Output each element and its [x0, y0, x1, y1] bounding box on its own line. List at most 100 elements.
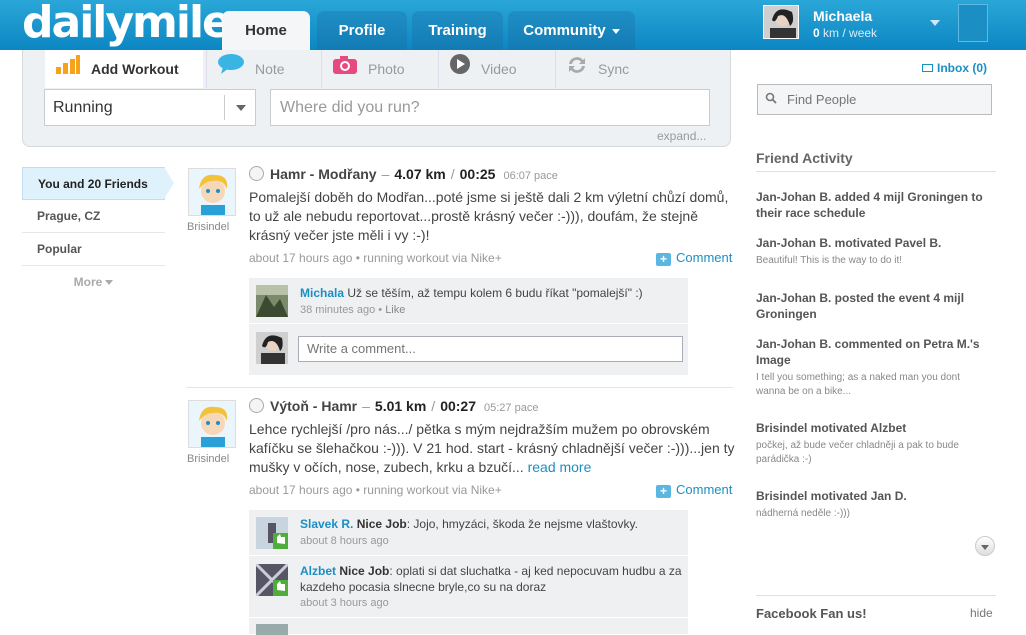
- tab-photo-label: Photo: [368, 61, 405, 77]
- weekly-km-unit: km / week: [823, 26, 878, 40]
- mood-icon: [249, 166, 264, 181]
- comment-button[interactable]: + Comment: [656, 482, 732, 498]
- separator: –: [381, 166, 390, 182]
- search-icon: [765, 92, 777, 104]
- comment-input[interactable]: [298, 336, 683, 362]
- expand-link[interactable]: expand...: [657, 129, 706, 143]
- activity-detail: I tell you something; as a naked man you…: [756, 372, 961, 397]
- entry-meta: about 17 hours ago • running workout via…: [249, 251, 502, 265]
- workout-publisher: Add Workout Note Photo Video Sync Runnin…: [22, 50, 731, 147]
- comment-composer: [249, 618, 688, 635]
- activity-item: Jan-Johan B. added 4 mijl Groningen to t…: [756, 189, 992, 221]
- tab-note-label: Note: [255, 61, 285, 77]
- comment-text: : Jojo, hmyzáci, škoda že nejsme vlaštov…: [406, 517, 638, 531]
- user-name[interactable]: Brisindel: [187, 221, 229, 233]
- weekly-km-value: 0: [813, 26, 820, 40]
- bookmark-icon[interactable]: [958, 4, 988, 42]
- activity-detail: počkej, až bude večer chladněji a pak to…: [756, 440, 959, 465]
- comment-author[interactable]: Alzbet: [300, 564, 336, 578]
- chevron-down-icon: [236, 105, 246, 111]
- inbox-label: Inbox (0): [937, 61, 987, 75]
- activity-headline[interactable]: Jan-Johan B. posted the event 4 mijl Gro…: [756, 290, 992, 322]
- motivation-label: Nice Job: [339, 564, 390, 578]
- comment-author[interactable]: Michala: [300, 286, 344, 300]
- tab-profile[interactable]: Profile: [317, 11, 407, 50]
- activity-item: Jan-Johan B. posted the event 4 mijl Gro…: [756, 290, 992, 322]
- comment-text: Už se těším, až tempu kolem 6 budu říkat…: [347, 286, 643, 300]
- workout-note: Lehce rychlejší /pro nás.../ pětka s mým…: [249, 420, 735, 477]
- activity-headline[interactable]: Brisindel motivated Alzbet: [756, 420, 992, 436]
- activity-headline[interactable]: Jan-Johan B. commented on Petra M.'s Ima…: [756, 336, 992, 368]
- filter-location[interactable]: Prague, CZ: [22, 200, 165, 233]
- speech-bubble-icon: [217, 51, 245, 89]
- tab-add-workout[interactable]: Add Workout: [45, 50, 203, 88]
- feed-entry: Brisindel Hamr - Modřany –4.07 km/00:25 06…: [186, 166, 733, 388]
- comment-time: about 3 hours ago: [300, 597, 389, 609]
- route-name[interactable]: Hamr - Modřany: [270, 166, 377, 182]
- weekly-km: 0 km / week: [813, 26, 877, 40]
- bar-chart-icon: [55, 51, 81, 89]
- tab-home[interactable]: Home: [222, 11, 310, 50]
- comment: Michala Už se těším, až tempu kolem 6 bu…: [249, 278, 688, 324]
- workout-source: running workout via Nike+: [363, 483, 502, 497]
- filter-more[interactable]: More: [22, 266, 165, 289]
- camera-icon: [332, 51, 358, 89]
- timestamp[interactable]: about 17 hours ago: [249, 251, 352, 265]
- like-link[interactable]: Like: [385, 304, 405, 316]
- activity-headline[interactable]: Jan-Johan B. added 4 mijl Groningen to t…: [756, 189, 992, 221]
- comment-author[interactable]: Slavek R.: [300, 517, 353, 531]
- comment-button-label: Comment: [676, 250, 733, 265]
- motivation-label: Nice Job: [356, 517, 407, 531]
- sport-select[interactable]: Running: [44, 89, 256, 126]
- distance: 5.01 km: [374, 398, 427, 414]
- route-name[interactable]: Výtoň - Hamr: [270, 398, 357, 414]
- activity-headline[interactable]: Brisindel motivated Jan D.: [756, 488, 992, 504]
- tab-home-label: Home: [245, 22, 287, 39]
- tab-sync-label: Sync: [598, 61, 630, 77]
- avatar[interactable]: [188, 168, 236, 216]
- comment-time: about 8 hours ago: [300, 535, 389, 547]
- sport-select-value: Running: [53, 99, 113, 116]
- comment-content: Alzbet Nice Job: oplati si dat sluchatka…: [300, 563, 685, 595]
- logo[interactable]: dailymile: [22, 0, 232, 46]
- where-input[interactable]: [270, 89, 710, 126]
- find-people-input[interactable]: [757, 84, 992, 115]
- duration: 00:25: [459, 166, 496, 182]
- user-menu-chevron-icon[interactable]: [930, 20, 940, 26]
- tab-training-label: Training: [428, 22, 487, 39]
- user-name[interactable]: Brisindel: [187, 453, 229, 465]
- activity-headline[interactable]: Jan-Johan B. motivated Pavel B.: [756, 235, 992, 251]
- duration: 00:27: [440, 398, 476, 414]
- tab-photo[interactable]: Photo: [321, 50, 436, 88]
- avatar[interactable]: [256, 564, 288, 596]
- activity-detail: Beautiful! This is the way to do it!: [756, 255, 903, 266]
- pace: 06:07 pace: [503, 170, 558, 182]
- more-activity-button[interactable]: [975, 536, 995, 556]
- tab-video[interactable]: Video: [438, 50, 553, 88]
- tab-video-label: Video: [481, 61, 517, 77]
- tab-sync[interactable]: Sync: [555, 50, 670, 88]
- hide-link[interactable]: hide: [970, 606, 993, 620]
- comment-button[interactable]: + Comment: [656, 250, 732, 266]
- chevron-down-icon: [611, 28, 620, 34]
- filter-friends[interactable]: You and 20 Friends: [22, 167, 174, 200]
- entry-meta: about 17 hours ago • running workout via…: [249, 483, 502, 497]
- activity-item: Brisindel motivated Alzbet počkej, až bu…: [756, 420, 992, 467]
- workout-note: Pomalejší doběh do Modřan...poté jsme si…: [249, 189, 729, 243]
- tab-add-workout-label: Add Workout: [91, 61, 179, 77]
- inbox-link[interactable]: Inbox (0): [922, 61, 987, 75]
- read-more-link[interactable]: read more: [528, 459, 592, 475]
- tab-note[interactable]: Note: [206, 50, 319, 88]
- timestamp[interactable]: about 17 hours ago: [249, 483, 352, 497]
- avatar[interactable]: [256, 517, 288, 549]
- filter-popular[interactable]: Popular: [22, 233, 165, 266]
- separator: /: [450, 166, 455, 182]
- tab-community[interactable]: Community: [508, 11, 635, 50]
- divider: [756, 171, 996, 172]
- tab-training[interactable]: Training: [412, 11, 503, 50]
- avatar[interactable]: [763, 5, 799, 39]
- activity-item: Brisindel motivated Jan D. nádherná nedě…: [756, 488, 992, 521]
- user-name[interactable]: Michaela: [813, 8, 872, 24]
- avatar[interactable]: [188, 400, 236, 448]
- avatar[interactable]: [256, 285, 288, 317]
